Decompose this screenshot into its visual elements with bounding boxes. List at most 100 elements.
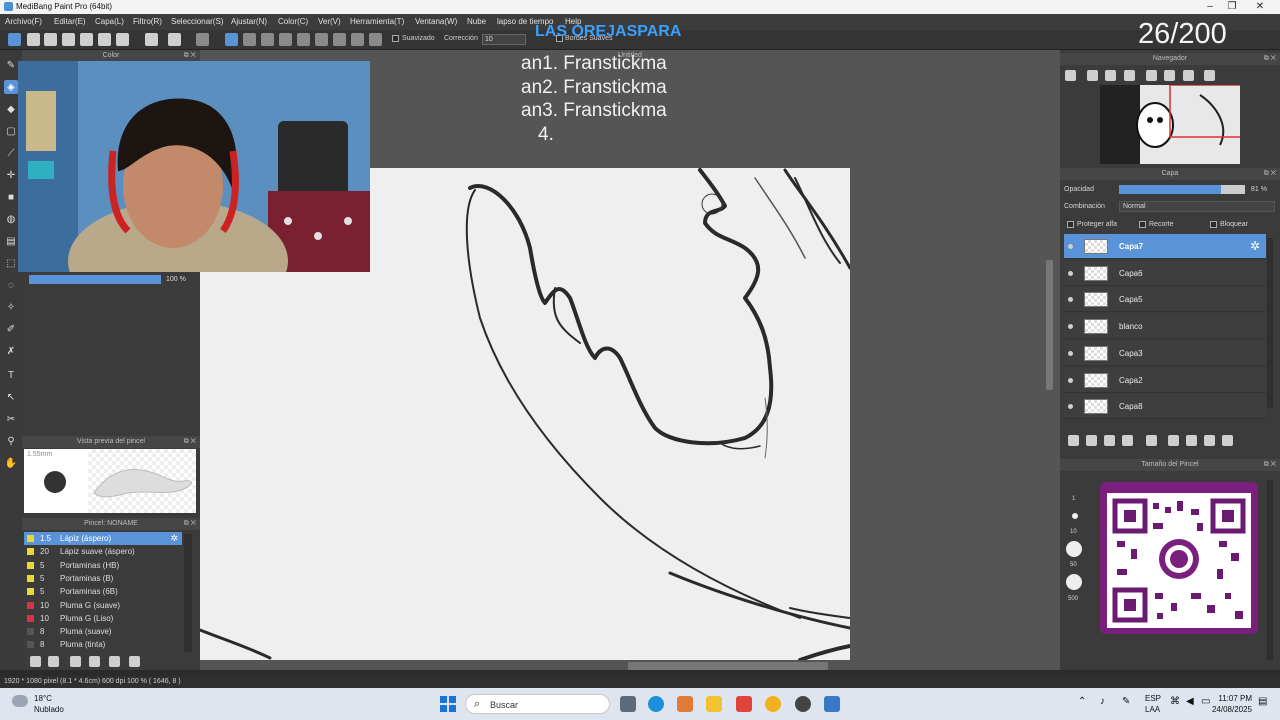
smooth-checkbox[interactable] bbox=[392, 35, 399, 42]
close-button[interactable]: ✕ bbox=[1250, 1, 1270, 12]
rotate-left-icon[interactable] bbox=[1146, 70, 1157, 81]
new-file-icon[interactable] bbox=[27, 33, 40, 46]
maximize-button[interactable]: ❐ bbox=[1222, 1, 1242, 12]
divide-tool-icon[interactable]: ✂ bbox=[4, 412, 18, 426]
line-tool-icon[interactable]: ⟋ bbox=[4, 146, 18, 160]
brush-list-item[interactable]: 5 Portaminas (6B) bbox=[24, 585, 182, 598]
rectangle-tool-icon[interactable]: ▢ bbox=[4, 124, 18, 138]
menu-herramienta[interactable]: Herramienta(T) bbox=[350, 17, 404, 26]
select-pen-tool-icon[interactable]: ✐ bbox=[4, 322, 18, 336]
menu-capa[interactable]: Capa(L) bbox=[95, 17, 124, 26]
layer-folder-icon[interactable] bbox=[1146, 435, 1157, 446]
bucket-tool-icon[interactable]: ◍ bbox=[4, 212, 18, 226]
canvas-h-scrollbar[interactable] bbox=[628, 662, 828, 670]
open-icon[interactable] bbox=[44, 33, 57, 46]
brush-duplicate-icon[interactable] bbox=[109, 656, 120, 667]
select-icon[interactable] bbox=[196, 33, 209, 46]
layer-row[interactable]: blanco bbox=[1064, 314, 1266, 340]
visibility-eye-icon[interactable] bbox=[1068, 377, 1073, 383]
edge-icon[interactable] bbox=[648, 696, 664, 712]
redo-icon[interactable] bbox=[168, 33, 181, 46]
snap-curve-icon[interactable] bbox=[333, 33, 346, 46]
menu-ajustar[interactable]: Ajustar(N) bbox=[231, 17, 267, 26]
snap-settings-icon[interactable] bbox=[369, 33, 382, 46]
grid-icon[interactable] bbox=[116, 33, 129, 46]
menu-ver[interactable]: Ver(V) bbox=[318, 17, 341, 26]
rotate-right-icon[interactable] bbox=[1183, 70, 1194, 81]
panel-close-icon[interactable]: ⧉ ✕ bbox=[1264, 459, 1276, 471]
brush-list-scrollbar[interactable] bbox=[184, 534, 192, 652]
start-icon[interactable] bbox=[440, 696, 456, 712]
menu-filtro[interactable]: Filtro(R) bbox=[133, 17, 162, 26]
brush-list-item[interactable]: 10 Pluma G (Liso) bbox=[24, 612, 182, 625]
move-tool-icon[interactable]: ✛ bbox=[4, 168, 18, 182]
snap-off-icon[interactable] bbox=[225, 33, 238, 46]
operation-tool-icon[interactable]: ↖ bbox=[4, 390, 18, 404]
snap-cross-icon[interactable] bbox=[261, 33, 274, 46]
layer-row[interactable]: Capa8 bbox=[1064, 394, 1266, 420]
eraser-tool-icon[interactable]: ◈ bbox=[4, 80, 18, 94]
flip-icon[interactable] bbox=[1204, 70, 1215, 81]
zoom-in-2-icon[interactable] bbox=[1087, 70, 1098, 81]
menu-color[interactable]: Color(C) bbox=[278, 17, 308, 26]
layer-row[interactable]: Capa3 bbox=[1064, 340, 1266, 366]
brush-size-50[interactable]: 50 bbox=[1070, 562, 1077, 568]
visibility-eye-icon[interactable] bbox=[1068, 324, 1073, 330]
weather-icon[interactable] bbox=[12, 695, 28, 707]
brush-trash-icon[interactable] bbox=[129, 656, 140, 667]
brush-add-icon[interactable] bbox=[30, 656, 41, 667]
correction-input[interactable]: 10 bbox=[482, 34, 526, 45]
volume-icon[interactable]: ◀ bbox=[1186, 696, 1194, 707]
hand-tool-icon[interactable]: ✋ bbox=[4, 456, 18, 470]
select-rect-tool-icon[interactable]: ⬚ bbox=[4, 256, 18, 270]
select-eraser-tool-icon[interactable]: ✗ bbox=[4, 344, 18, 358]
brave-icon[interactable] bbox=[736, 696, 752, 712]
visibility-eye-icon[interactable] bbox=[1068, 244, 1073, 249]
taskbar-search[interactable]: ⌕ Buscar bbox=[465, 694, 610, 714]
snap-circle-icon[interactable] bbox=[315, 33, 328, 46]
delete-layer-icon[interactable] bbox=[1222, 435, 1233, 446]
brush-size-1[interactable]: 1 bbox=[1072, 496, 1075, 502]
visibility-eye-icon[interactable] bbox=[1068, 404, 1073, 410]
brush-size-dot[interactable] bbox=[1066, 574, 1082, 590]
brush-list-item[interactable]: 10 Pluma G (suave) bbox=[24, 599, 182, 612]
clock-time[interactable]: 11:07 PM bbox=[1212, 694, 1252, 703]
brush-size-500[interactable]: 500 bbox=[1068, 596, 1078, 602]
clip-checkbox[interactable] bbox=[1139, 221, 1146, 228]
brush-edit-icon[interactable] bbox=[48, 656, 59, 667]
layer-row[interactable]: Capa2 bbox=[1064, 367, 1266, 393]
brush-size-dot[interactable] bbox=[1066, 541, 1082, 557]
visibility-eye-icon[interactable] bbox=[1068, 297, 1073, 303]
menu-archivo[interactable]: Archivo(F) bbox=[5, 17, 42, 26]
merge-layer-icon[interactable] bbox=[1186, 435, 1197, 446]
navigator-thumbnail[interactable] bbox=[1100, 85, 1240, 164]
layer-settings-gear-icon[interactable]: ✲ bbox=[1250, 239, 1260, 253]
pen-icon[interactable]: ✎ bbox=[1122, 696, 1130, 707]
new-layer-icon[interactable] bbox=[1068, 435, 1079, 446]
layer-opacity-slider[interactable] bbox=[1119, 185, 1245, 194]
lock-checkbox[interactable] bbox=[1210, 221, 1217, 228]
eyedropper-tool-icon[interactable]: ⚲ bbox=[4, 434, 18, 448]
undo-icon[interactable] bbox=[145, 33, 158, 46]
copy-icon[interactable] bbox=[98, 33, 111, 46]
brush-list-item[interactable]: 20 Lápiz suave (áspero) bbox=[24, 545, 182, 558]
snap-parallel-icon[interactable] bbox=[243, 33, 256, 46]
brush-copy-icon[interactable] bbox=[70, 656, 81, 667]
menu-nube[interactable]: Nube bbox=[467, 17, 486, 26]
visibility-eye-icon[interactable] bbox=[1068, 270, 1073, 276]
snap-rotate-icon[interactable] bbox=[351, 33, 364, 46]
obs-icon[interactable] bbox=[795, 696, 811, 712]
panel-close-icon[interactable]: ⧉ ✕ bbox=[184, 436, 196, 448]
gradient-tool-icon[interactable]: ▤ bbox=[4, 234, 18, 248]
canvas-v-scrollbar[interactable] bbox=[1046, 260, 1053, 390]
language-indicator[interactable]: ESP bbox=[1145, 694, 1161, 703]
chrome-icon[interactable] bbox=[765, 696, 781, 712]
menu-seleccionar[interactable]: Seleccionar(S) bbox=[171, 17, 223, 26]
zoom-in-icon[interactable] bbox=[1065, 70, 1076, 81]
copilot-icon[interactable] bbox=[677, 696, 693, 712]
reset-rotate-icon[interactable] bbox=[1164, 70, 1175, 81]
layer-list-scrollbar[interactable] bbox=[1267, 238, 1273, 408]
brush-list-item[interactable]: 8 Pluma (tinta) bbox=[24, 638, 182, 651]
magic-wand-tool-icon[interactable]: ✧ bbox=[4, 300, 18, 314]
zoom-out-icon[interactable] bbox=[1124, 70, 1135, 81]
